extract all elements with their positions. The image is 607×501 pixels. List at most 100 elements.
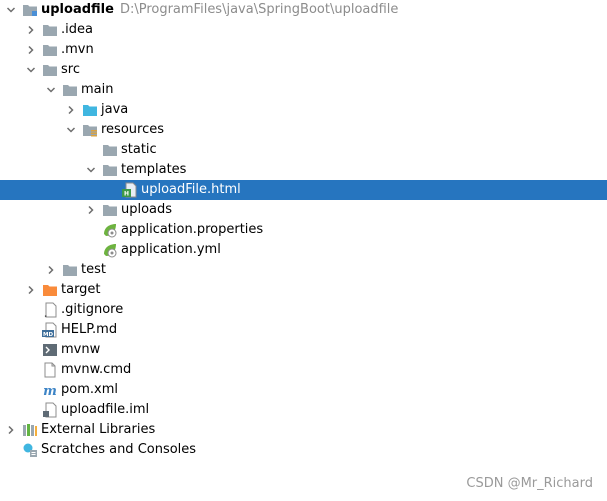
tree-item-label: uploadfile D:\ProgramFiles\java\SpringBoo… [41, 0, 398, 20]
chevron-right-icon[interactable] [23, 280, 39, 300]
item-name: target [61, 282, 101, 297]
item-name: main [81, 82, 114, 97]
item-name: .mvn [61, 42, 94, 57]
chevron-right-icon[interactable] [23, 40, 39, 60]
tree-item-target[interactable]: target [0, 280, 607, 300]
tree-item-pom-xml[interactable]: m pom.xml [0, 380, 607, 400]
tree-item-src[interactable]: src [0, 60, 607, 80]
tree-item-application-properties[interactable]: application.properties [0, 220, 607, 240]
chevron-down-icon[interactable] [63, 120, 79, 140]
tree-item-help-md[interactable]: MD HELP.md [0, 320, 607, 340]
tree-item-external-libraries[interactable]: External Libraries [0, 420, 607, 440]
item-name: HELP.md [61, 322, 118, 337]
tree-item-scratches-and-consoles[interactable]: Scratches and Consoles [0, 440, 607, 460]
folder-icon [42, 42, 58, 58]
html-file-icon: H [122, 182, 138, 198]
item-name: uploadfile.iml [61, 402, 150, 417]
item-name: mvnw [61, 342, 101, 357]
tree-item-label: templates [121, 160, 186, 180]
tree-item-mvn[interactable]: .mvn [0, 40, 607, 60]
item-name: java [101, 102, 129, 117]
tree-item-uploadfile[interactable]: uploadfile D:\ProgramFiles\java\SpringBoo… [0, 0, 607, 20]
chevron-right-icon[interactable] [23, 20, 39, 40]
tree-item-templates[interactable]: templates [0, 160, 607, 180]
item-name: uploads [121, 202, 173, 217]
tree-item-label: src [61, 60, 80, 80]
item-name: static [121, 142, 157, 157]
tree-item-uploadfile-html[interactable]: HuploadFile.html [0, 180, 607, 200]
tree-item-label: pom.xml [61, 380, 118, 400]
text-file-icon [42, 362, 58, 378]
svg-text:m: m [43, 384, 57, 398]
tree-item-mvnw[interactable]: mvnw [0, 340, 607, 360]
item-name: Scratches and Consoles [41, 442, 197, 457]
tree-item-java[interactable]: java [0, 100, 607, 120]
maven-pom-icon: m [42, 382, 58, 398]
module-folder-icon [22, 2, 38, 18]
watermark: CSDN @Mr_Richard [466, 476, 593, 491]
folder-icon [42, 62, 58, 78]
svg-text:MD: MD [43, 332, 53, 338]
markdown-file-icon: MD [42, 322, 58, 338]
gitignore-file-icon: . [42, 302, 58, 318]
folder-icon [102, 142, 118, 158]
tree-item-label: test [81, 260, 106, 280]
folder-icon [42, 22, 58, 38]
item-name: .gitignore [61, 302, 124, 317]
item-name: uploadfile [41, 2, 114, 17]
spring-config-icon [102, 222, 118, 238]
item-name: pom.xml [61, 382, 118, 397]
tree-item-gitignore[interactable]: . .gitignore [0, 300, 607, 320]
chevron-down-icon[interactable] [83, 160, 99, 180]
chevron-down-icon[interactable] [23, 60, 39, 80]
tree-item-label: uploadFile.html [141, 180, 241, 200]
iml-file-icon [42, 402, 58, 418]
folder-icon [62, 82, 78, 98]
tree-item-application-yml[interactable]: application.yml [0, 240, 607, 260]
tree-item-uploads[interactable]: uploads [0, 200, 607, 220]
tree-item-label: resources [101, 120, 164, 140]
external-libraries-icon [22, 422, 38, 438]
chevron-right-icon[interactable] [3, 420, 19, 440]
tree-item-uploadfile-iml[interactable]: uploadfile.iml [0, 400, 607, 420]
tree-item-label: uploads [121, 200, 172, 220]
tree-item-label: application.yml [121, 240, 221, 260]
chevron-down-icon[interactable] [3, 0, 19, 20]
chevron-down-icon[interactable] [43, 80, 59, 100]
tree-item-label: static [121, 140, 157, 160]
chevron-right-icon[interactable] [63, 100, 79, 120]
tree-item-label: HELP.md [61, 320, 117, 340]
item-name: mvnw.cmd [61, 362, 132, 377]
tree-item-static[interactable]: static [0, 140, 607, 160]
chevron-right-icon[interactable] [43, 260, 59, 280]
tree-item-label: uploadfile.iml [61, 400, 149, 420]
item-name: application.yml [121, 242, 221, 257]
item-name: External Libraries [41, 422, 156, 437]
item-name: uploadFile.html [141, 182, 241, 197]
tree-item-test[interactable]: test [0, 260, 607, 280]
spring-config-icon [102, 242, 118, 258]
item-name: .idea [61, 22, 93, 37]
chevron-right-icon[interactable] [83, 200, 99, 220]
module-path: D:\ProgramFiles\java\SpringBoot\uploadfi… [119, 2, 399, 17]
project-tree: uploadfile D:\ProgramFiles\java\SpringBoo… [0, 0, 607, 460]
tree-item-label: .idea [61, 20, 93, 40]
shell-file-icon [42, 342, 58, 358]
tree-item-main[interactable]: main [0, 80, 607, 100]
scratches-icon [22, 442, 38, 458]
tree-item-label: java [101, 100, 128, 120]
folder-icon [102, 202, 118, 218]
tree-item-label: External Libraries [41, 420, 155, 440]
tree-item-mvnw-cmd[interactable]: mvnw.cmd [0, 360, 607, 380]
svg-text:.: . [44, 310, 47, 318]
tree-item-label: Scratches and Consoles [41, 440, 196, 460]
resources-folder-icon [82, 122, 98, 138]
item-name: resources [101, 122, 165, 137]
svg-text:H: H [124, 191, 129, 198]
tree-item-idea[interactable]: .idea [0, 20, 607, 40]
item-name: application.properties [121, 222, 264, 237]
tree-item-resources[interactable]: resources [0, 120, 607, 140]
tree-item-label: application.properties [121, 220, 263, 240]
tree-item-label: mvnw.cmd [61, 360, 131, 380]
tree-item-label: target [61, 280, 101, 300]
